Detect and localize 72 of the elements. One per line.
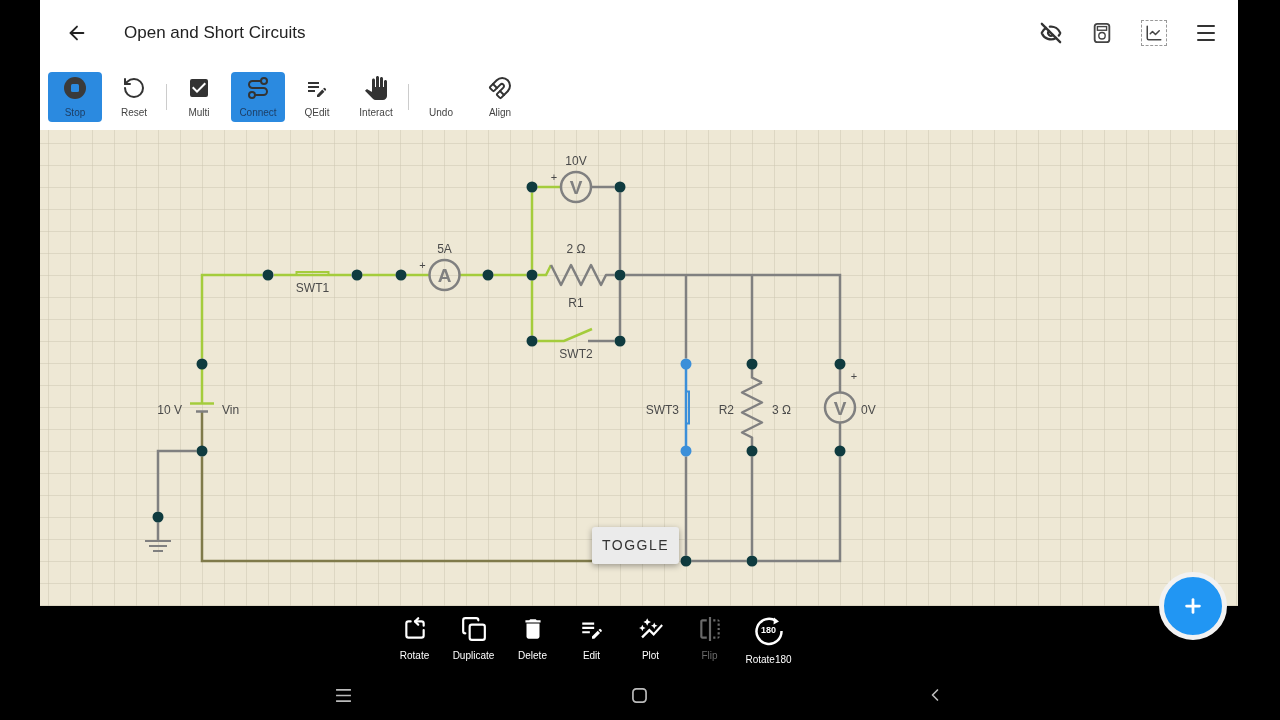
polarity-sign: + bbox=[850, 369, 858, 382]
node-dot[interactable] bbox=[746, 555, 758, 567]
node-dot[interactable] bbox=[746, 358, 758, 370]
bottom-toolbar-button[interactable]: Duplicate bbox=[444, 616, 503, 663]
node-dot[interactable] bbox=[196, 358, 208, 370]
toolbar-button[interactable]: Align bbox=[473, 72, 527, 122]
node-dot[interactable] bbox=[834, 358, 846, 370]
node-dot[interactable] bbox=[680, 555, 692, 567]
closed-switch-symbol[interactable] bbox=[274, 271, 351, 277]
bottom-toolbar-button[interactable]: Edit bbox=[562, 616, 621, 663]
checkbox-icon bbox=[187, 76, 211, 100]
hide-button[interactable] bbox=[1039, 21, 1063, 45]
toolbar-button[interactable]: QEdit bbox=[290, 72, 344, 122]
node-dot[interactable] bbox=[680, 358, 692, 370]
toggle-popup-button[interactable]: TOGGLE bbox=[592, 527, 679, 564]
chart-button[interactable] bbox=[1141, 20, 1167, 46]
meter-reading: 0V bbox=[861, 402, 876, 417]
meter-reading: 10V bbox=[565, 154, 587, 168]
wire[interactable] bbox=[200, 456, 592, 563]
magnet-icon bbox=[488, 76, 512, 100]
node-dot[interactable] bbox=[680, 445, 692, 457]
route-icon bbox=[246, 76, 270, 100]
home-button[interactable] bbox=[629, 685, 649, 705]
resistor-value: 3 Ω bbox=[772, 402, 791, 417]
switch-label: SWT2 bbox=[559, 347, 593, 361]
node-dot[interactable] bbox=[746, 445, 758, 457]
polarity-sign: + bbox=[550, 171, 558, 183]
icon-text: 180 bbox=[761, 624, 776, 638]
toolbar-button[interactable]: Reset bbox=[107, 72, 161, 122]
node-dot[interactable] bbox=[614, 269, 626, 281]
node-dot[interactable] bbox=[152, 511, 164, 523]
resistor-value: 2 Ω bbox=[566, 242, 586, 256]
node-dot[interactable] bbox=[482, 269, 494, 281]
bottom-toolbar-button[interactable]: Plot bbox=[621, 616, 680, 663]
open-switch-symbol[interactable] bbox=[537, 327, 615, 343]
node-dot[interactable] bbox=[526, 335, 538, 347]
three-lines-icon bbox=[335, 688, 351, 702]
bottom-toolbar-button[interactable]: 180 Rotate180 bbox=[739, 616, 798, 667]
node-dot[interactable] bbox=[351, 269, 363, 281]
toolbar-button[interactable]: Multi bbox=[172, 72, 226, 122]
node-dot[interactable] bbox=[526, 181, 538, 193]
node-dot[interactable] bbox=[526, 269, 538, 281]
battery-symbol[interactable] bbox=[190, 369, 214, 446]
duplicate-icon bbox=[460, 616, 487, 642]
bottom-toolbar-button[interactable]: Rotate bbox=[385, 616, 444, 663]
polarity-sign: + bbox=[419, 259, 426, 271]
hand-icon bbox=[364, 76, 388, 100]
node-dot[interactable] bbox=[614, 181, 626, 193]
switch-label: SWT1 bbox=[295, 281, 330, 295]
plus-icon bbox=[1182, 595, 1204, 617]
node-dot[interactable] bbox=[262, 269, 274, 281]
rounded-square-icon bbox=[631, 687, 647, 703]
closed-switch-symbol[interactable] bbox=[684, 369, 690, 446]
stop-icon bbox=[63, 76, 87, 100]
toolbar-button[interactable]: Interact bbox=[349, 72, 403, 122]
meter-reading: 5A bbox=[437, 242, 452, 256]
bottom-toolbar-button[interactable]: Delete bbox=[503, 616, 562, 663]
resistor-label: R2 bbox=[718, 402, 734, 417]
node-dot[interactable] bbox=[395, 269, 407, 281]
node-dot[interactable] bbox=[196, 445, 208, 457]
battery-value: 10 V bbox=[157, 402, 182, 417]
battery-label: Vin bbox=[222, 402, 240, 417]
wire[interactable] bbox=[684, 276, 688, 359]
reset-icon bbox=[122, 76, 146, 100]
circuit-canvas[interactable]: + 10V V SWT1 + 5A A 2 Ω R1 SWT2 10 V Vin SWT3 R2 3 Ω + V 0V TOGGLE bbox=[40, 130, 1238, 606]
circular-arrow-icon bbox=[753, 616, 784, 646]
node-dot[interactable] bbox=[834, 445, 846, 457]
toolbar-button[interactable]: Undo bbox=[414, 72, 468, 122]
switch-label: SWT3 bbox=[645, 402, 679, 417]
window-title: Open and Short Circuits bbox=[124, 22, 306, 45]
resistor-label: R1 bbox=[568, 296, 584, 310]
node-dot[interactable] bbox=[614, 335, 626, 347]
